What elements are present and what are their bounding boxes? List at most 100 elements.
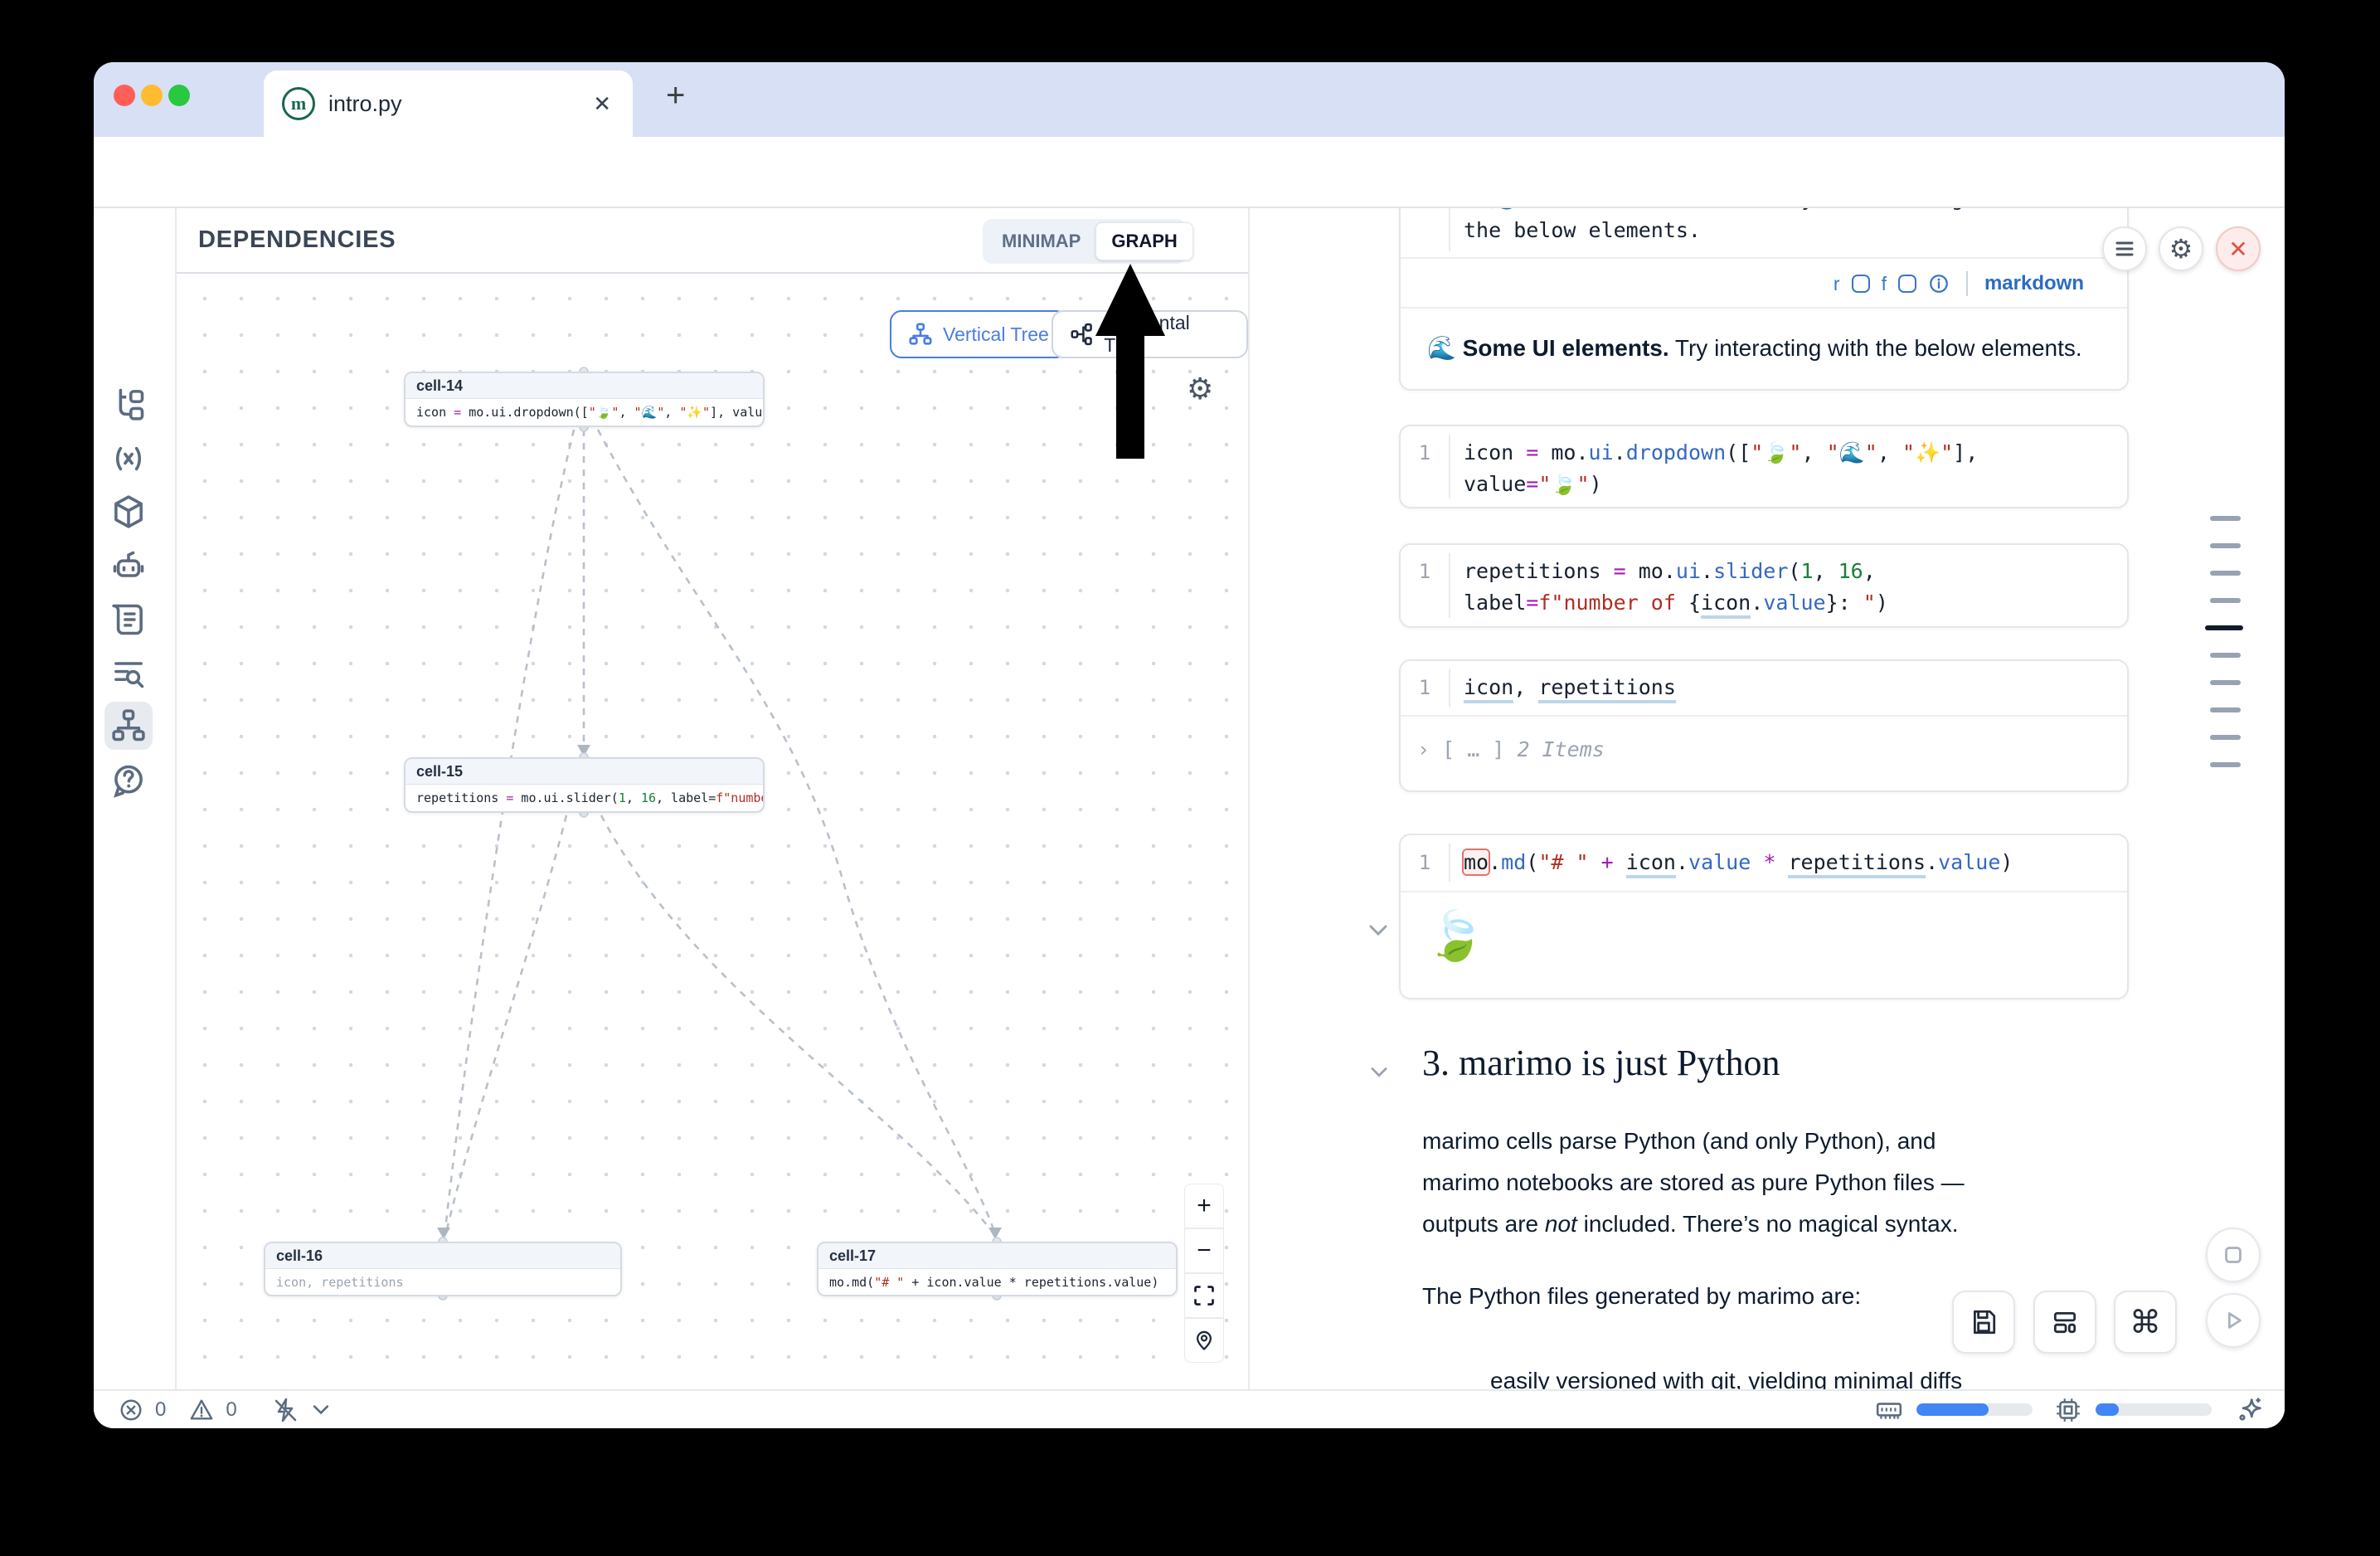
cell-divider xyxy=(1401,307,2127,309)
section-paragraph: marimo cells parse Python (and only Pyth… xyxy=(1422,1121,2008,1245)
minimap-cell-marker[interactable] xyxy=(2210,707,2241,712)
sidebar-item-file-explorer[interactable] xyxy=(104,380,153,428)
section-heading: 3. marimo is just Python xyxy=(1422,1042,1780,1084)
sidebar-item-help[interactable] xyxy=(104,756,153,805)
gutter-divider xyxy=(1449,844,1450,882)
sidebar-item-dependencies[interactable] xyxy=(104,702,153,750)
gutter-divider xyxy=(1449,553,1450,618)
warnings-count: 0 xyxy=(226,1398,236,1422)
cell-code[interactable]: repetitions = mo.ui.slider(1, 16, label=… xyxy=(1464,556,2114,619)
graph-node-cell-16[interactable]: cell-16 icon, repetitions xyxy=(264,1242,622,1296)
graph-settings-icon[interactable]: ⚙ xyxy=(1187,372,1213,406)
browser-tab[interactable]: m intro.py ✕ xyxy=(264,71,633,137)
shutdown-button[interactable]: ✕ xyxy=(2216,226,2261,271)
minimap-cell-marker[interactable] xyxy=(2210,735,2241,740)
chevron-down-icon[interactable] xyxy=(310,1399,332,1421)
save-button[interactable] xyxy=(1952,1291,2015,1354)
line-number: 1 xyxy=(1401,556,1449,587)
section-paragraph-2: The Python files generated by marimo are… xyxy=(1422,1283,1861,1310)
cell-code[interactable]: mo.md("# " + icon.value * repetitions.va… xyxy=(1464,847,2114,878)
graph-edges xyxy=(177,274,1248,1389)
package-cube-icon xyxy=(110,494,147,530)
info-icon[interactable] xyxy=(1928,273,1950,294)
minimap-cell-marker[interactable] xyxy=(2210,543,2241,548)
tuple-output[interactable]: › [ … ] 2 Items xyxy=(1417,737,1605,761)
zoom-in-button[interactable]: + xyxy=(1184,1184,1224,1228)
notebook-panel: 1 ""🌊 Some UI elements.** Try interactin… xyxy=(1248,208,2285,1389)
node-title: cell-15 xyxy=(406,759,763,785)
minimap-cell-marker-active[interactable] xyxy=(2205,625,2243,630)
section-chevron-icon[interactable] xyxy=(1367,1064,1391,1081)
run-button[interactable] xyxy=(2206,1293,2261,1348)
cell-code[interactable]: icon = mo.ui.dropdown(["🍃", "🌊", "✨"], v… xyxy=(1464,437,2114,500)
gutter-divider xyxy=(1449,669,1450,707)
dependency-graph-canvas[interactable]: Vertical Tree Horizontal Tree ⚙ cell-14 … xyxy=(177,274,1248,1389)
sidebar-item-variables[interactable] xyxy=(104,435,153,483)
stop-button[interactable] xyxy=(2206,1228,2261,1282)
gutter-divider xyxy=(1449,435,1450,498)
graph-node-cell-17[interactable]: cell-17 mo.md("# " + icon.value * repeti… xyxy=(817,1242,1178,1296)
sidebar-item-logs[interactable] xyxy=(104,596,153,644)
traffic-zoom-button[interactable] xyxy=(168,85,190,106)
cell-markdown-source[interactable]: 1 ""🌊 Some UI elements.** Try interactin… xyxy=(1399,208,2129,391)
toggle-f-checkbox[interactable] xyxy=(1898,275,1916,293)
cell-dropdown-code[interactable]: 1 icon = mo.ui.dropdown(["🍃", "🌊", "✨"],… xyxy=(1399,425,2129,508)
ram-icon xyxy=(1875,1396,1903,1424)
traffic-minimize-button[interactable] xyxy=(141,85,163,106)
warnings-icon[interactable] xyxy=(189,1398,214,1422)
autorun-disabled-icon[interactable] xyxy=(272,1397,299,1423)
fit-view-button[interactable] xyxy=(1184,1273,1224,1318)
minimap-cell-marker[interactable] xyxy=(2210,571,2241,576)
locate-pin-icon xyxy=(1192,1329,1216,1352)
status-bar: 0 0 xyxy=(94,1389,2285,1428)
locate-button[interactable] xyxy=(1184,1318,1224,1363)
stop-icon xyxy=(2221,1242,2246,1267)
minimap-cell-marker[interactable] xyxy=(2210,653,2241,658)
toggle-r-label: r xyxy=(1834,273,1840,295)
fit-view-icon xyxy=(1192,1284,1216,1307)
cell-tuple[interactable]: 1 icon, repetitions › [ … ] 2 Items xyxy=(1399,659,2129,792)
cell-md-output[interactable]: 1 mo.md("# " + icon.value * repetitions.… xyxy=(1399,834,2129,999)
toggle-f-label: f xyxy=(1882,273,1887,295)
cell-divider xyxy=(1401,715,2127,717)
play-icon xyxy=(2221,1308,2246,1333)
cell-toggles: r f markdown xyxy=(1401,265,2084,302)
ai-sparkle-icon[interactable] xyxy=(2235,1395,2265,1425)
minimap-cell-marker[interactable] xyxy=(2210,680,2241,685)
sidebar-item-ai-assistant[interactable] xyxy=(104,542,153,591)
toggle-r-checkbox[interactable] xyxy=(1852,275,1870,293)
minimap-cell-marker[interactable] xyxy=(2210,516,2241,521)
tab-minimap[interactable]: MINIMAP xyxy=(987,223,1095,260)
vertical-tree-button[interactable]: Vertical Tree xyxy=(890,310,1067,358)
sidebar-item-packages[interactable] xyxy=(104,488,153,536)
tab-close-icon[interactable]: ✕ xyxy=(593,91,611,117)
cell-divider xyxy=(1401,891,2127,892)
new-tab-button[interactable]: + xyxy=(666,77,685,114)
cell-code[interactable]: ""🌊 Some UI elements.** Try interacting … xyxy=(1464,208,2114,246)
zoom-out-button[interactable]: − xyxy=(1184,1228,1224,1273)
help-icon xyxy=(110,762,147,799)
emoji-output: 🍃 xyxy=(1426,908,1485,965)
toggle-divider xyxy=(1966,271,1968,296)
graph-node-cell-15[interactable]: cell-15 repetitions = mo.ui.slider(1, 16… xyxy=(404,757,765,813)
markdown-language-label[interactable]: markdown xyxy=(1984,272,2084,295)
traffic-close-button[interactable] xyxy=(114,85,135,106)
scroll-icon xyxy=(110,601,147,638)
cell-slider-code[interactable]: 1 repetitions = mo.ui.slider(1, 16, labe… xyxy=(1399,543,2129,628)
notebook-menu-button[interactable] xyxy=(2102,226,2147,271)
errors-icon[interactable] xyxy=(119,1398,143,1422)
sidebar-item-snippets[interactable] xyxy=(104,649,153,697)
cell-code[interactable]: icon, repetitions xyxy=(1464,672,2114,703)
save-icon xyxy=(1970,1308,1998,1336)
cell-divider xyxy=(1401,257,2127,259)
notebook-settings-button[interactable]: ⚙ xyxy=(2159,226,2203,271)
graph-node-cell-14[interactable]: cell-14 icon = mo.ui.dropdown(["🍃", "🌊",… xyxy=(404,372,765,427)
layout-button[interactable] xyxy=(2033,1291,2096,1354)
collapse-chevron-icon[interactable] xyxy=(1366,921,1391,940)
variables-icon xyxy=(110,440,147,477)
minimap-cell-marker[interactable] xyxy=(2210,762,2241,767)
minimap-cell-marker[interactable] xyxy=(2210,598,2241,603)
line-number: 1 xyxy=(1401,208,1449,215)
file-tree-icon xyxy=(110,386,147,422)
command-palette-button[interactable]: ⌘ xyxy=(2114,1291,2177,1354)
